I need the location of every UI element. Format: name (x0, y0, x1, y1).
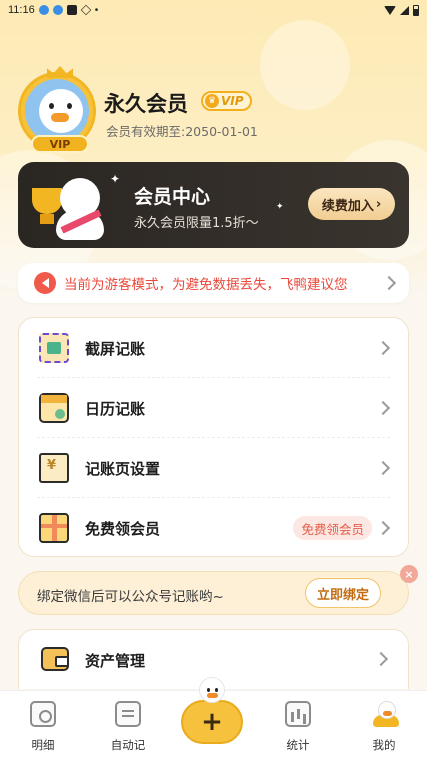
member-center-title: 会员中心 (134, 186, 211, 208)
wallet-icon (41, 647, 69, 671)
chevron-right-icon (373, 651, 389, 667)
menu-item-label: 日历记账 (85, 399, 146, 418)
nav-tab-label: 明细 (31, 738, 55, 752)
nav-tab-auto-record[interactable]: 自动记 (93, 701, 163, 753)
chevron-right-icon (375, 400, 391, 416)
bind-now-button[interactable]: 立即绑定 (305, 578, 381, 608)
chart-icon (285, 701, 311, 727)
member-center-card[interactable]: ✦ ✦ 会员中心 永久会员限量1.5折～ 续费加入 › (18, 162, 409, 248)
chevron-right-icon (375, 520, 391, 536)
avatar[interactable]: VIP (18, 66, 96, 153)
menu-item-screenshot-bookkeeping[interactable]: 截屏记账 (19, 318, 410, 378)
chevron-right-icon: › (375, 196, 382, 212)
member-title: 永久会员 (104, 92, 188, 116)
speaker-icon (34, 272, 56, 294)
notice-text: 当前为游客模式，为避免数据丢失，飞鸭建议您 (64, 277, 348, 293)
duck-avatar-icon (371, 701, 399, 727)
app-notification-icon (66, 5, 77, 15)
bind-banner-text: 绑定微信后可以公众号记账哟~ (37, 589, 224, 605)
cube-icon (80, 4, 92, 16)
nav-tab-label: 我的 (372, 738, 396, 752)
menu-item-free-membership[interactable]: 免费领会员 免费领会员 (19, 498, 410, 558)
status-time: 11:16 (8, 4, 35, 16)
nav-tab-statistics[interactable]: 统计 (263, 701, 333, 753)
avatar-vip-ribbon: VIP (31, 135, 89, 153)
notification-icon (38, 5, 49, 15)
vip-badge-label: VIP (221, 94, 244, 108)
close-icon[interactable]: × (400, 565, 418, 583)
ledger-icon (30, 701, 56, 727)
member-expiry: 会员有效期至:2050-01-01 (106, 124, 258, 139)
member-center-subtitle: 永久会员限量1.5折～ (134, 216, 259, 231)
chevron-right-icon (375, 340, 391, 356)
nav-tab-details[interactable]: 明细 (8, 701, 78, 753)
duck-mascot-icon (195, 677, 229, 707)
menu-item-label: 记账页设置 (85, 459, 161, 478)
feature-menu: 截屏记账 日历记账 记账页设置 免费领会员 免费领会员 (18, 317, 409, 557)
chevron-right-icon (375, 460, 391, 476)
calendar-icon (39, 393, 69, 423)
menu-item-label: 截屏记账 (85, 339, 146, 358)
guest-mode-notice[interactable]: 当前为游客模式，为避免数据丢失，飞鸭建议您 (18, 263, 409, 303)
notification-icon (52, 5, 63, 15)
chevron-right-icon (381, 275, 397, 291)
status-bar: 11:16 • (0, 0, 427, 20)
sparkle-icon: ✦ (276, 202, 284, 212)
nav-tab-label: 统计 (286, 738, 310, 752)
gift-icon (39, 513, 69, 543)
wechat-bind-banner: 绑定微信后可以公众号记账哟~ 立即绑定 × (18, 565, 418, 615)
signal-icon (400, 5, 409, 15)
vip-badge: ♛ VIP (201, 91, 252, 111)
nav-tab-label: 自动记 (110, 738, 146, 752)
menu-item-ledger-page-settings[interactable]: 记账页设置 (19, 438, 410, 498)
renew-button[interactable]: 续费加入 › (308, 188, 395, 220)
crown-icon: ♛ (205, 94, 219, 108)
trophy-duck-illustration (26, 176, 108, 246)
nav-tab-mine[interactable]: 我的 (349, 701, 419, 753)
battery-icon (413, 4, 419, 16)
free-membership-tag: 免费领会员 (293, 516, 372, 540)
asset-management-label: 资产管理 (85, 652, 146, 670)
renew-button-label: 续费加入 (321, 198, 374, 214)
menu-item-label: 免费领会员 (85, 519, 161, 538)
wifi-icon (384, 5, 396, 15)
sparkle-icon: ✦ (110, 172, 121, 186)
screenshot-icon (39, 333, 69, 363)
more-notifications-dot: • (94, 4, 99, 16)
ledger-page-icon (39, 453, 69, 483)
menu-item-calendar-bookkeeping[interactable]: 日历记账 (19, 378, 410, 438)
notebook-icon (115, 701, 141, 727)
